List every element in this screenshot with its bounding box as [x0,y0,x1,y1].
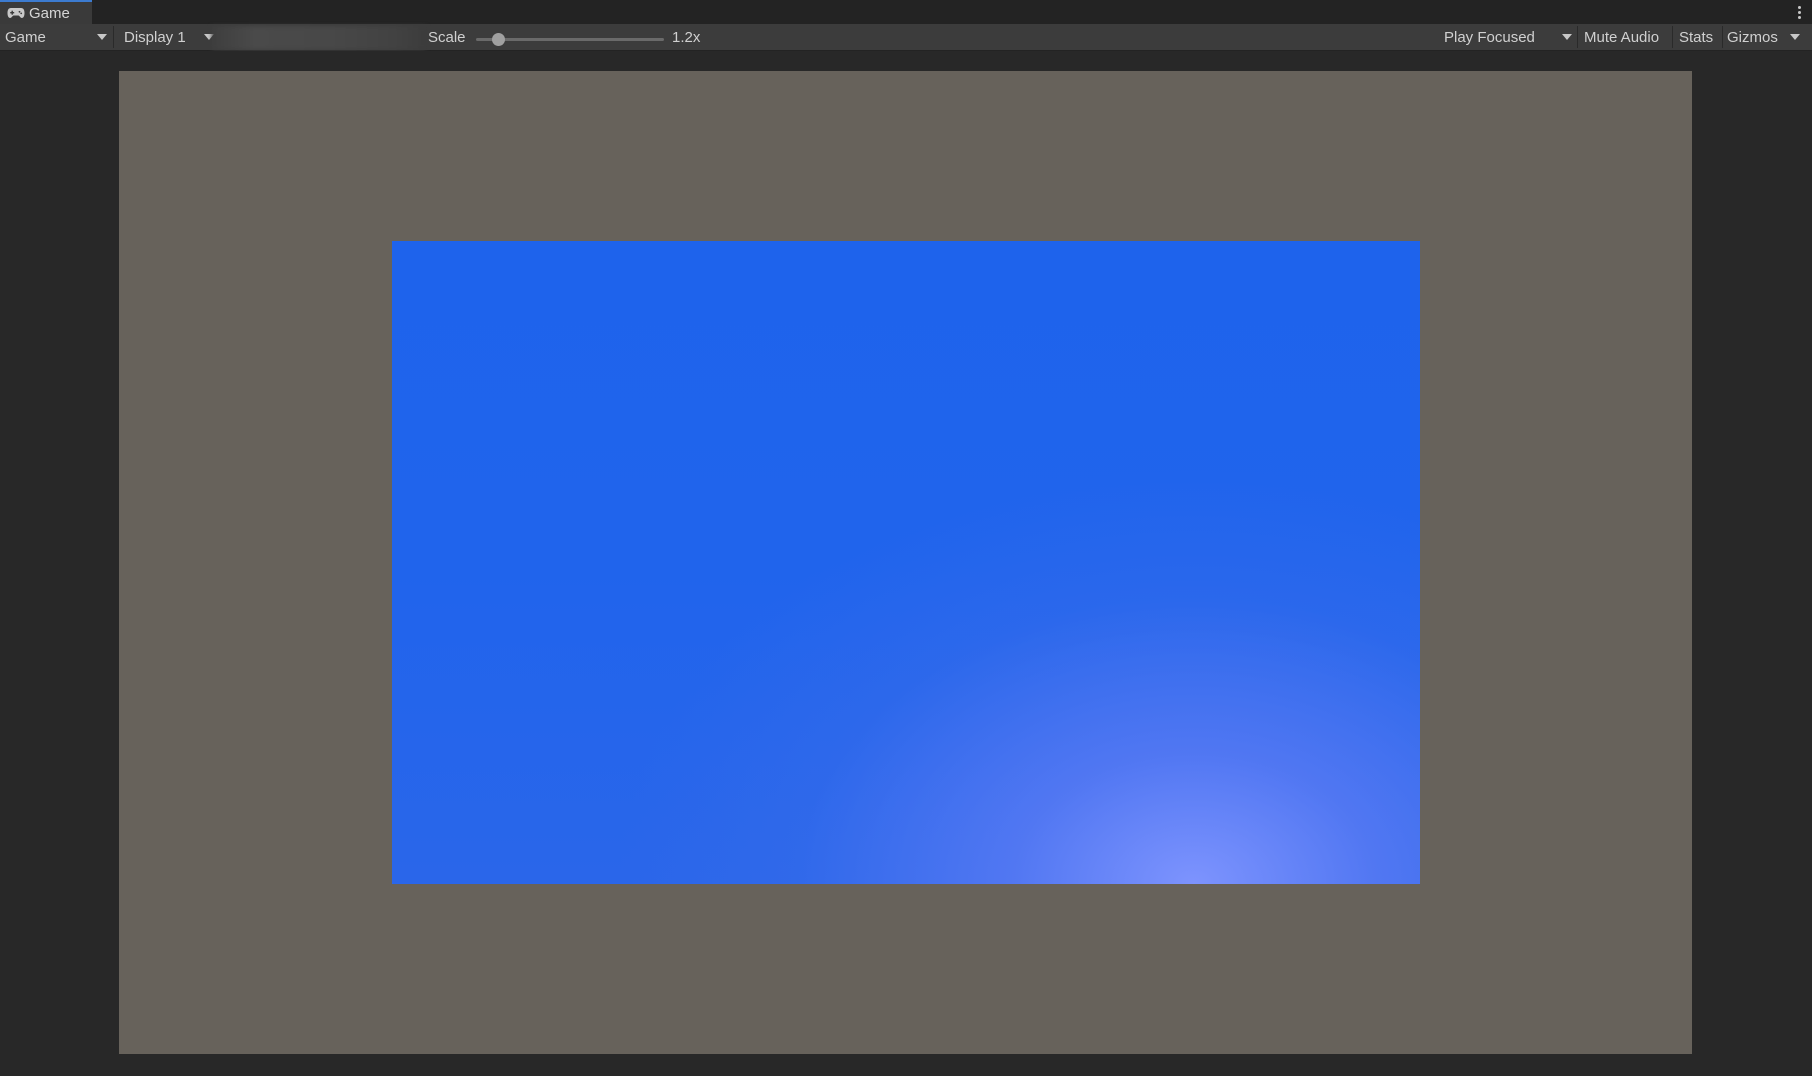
scale-value: 1.2x [672,24,700,50]
view-type-label: Game [5,28,46,46]
chevron-down-icon [1562,34,1572,40]
chevron-down-icon [97,34,107,40]
play-mode-label: Play Focused [1444,28,1535,46]
view-type-dropdown[interactable]: Game [5,24,111,50]
chevron-down-icon [1790,34,1800,40]
game-view-toolbar: Game Display 1 Scale 1.2x Play Focused M… [0,24,1812,51]
gizmos-dropdown[interactable] [1784,24,1806,50]
stats-button[interactable]: Stats [1679,24,1713,50]
play-mode-dropdown[interactable]: Play Focused [1444,24,1576,50]
display-label: Display 1 [124,28,186,46]
scale-slider-thumb[interactable] [492,33,506,46]
display-dropdown[interactable]: Display 1 [124,24,214,50]
gizmos-button[interactable]: Gizmos [1727,24,1778,50]
gizmos-label: Gizmos [1727,28,1778,46]
scale-label-text: Scale [428,28,466,46]
mute-audio-button[interactable]: Mute Audio [1584,24,1659,50]
toolbar-divider [1577,26,1578,48]
resolution-dropdown-redacted[interactable] [212,26,426,50]
tab-bar: Game [0,0,1812,25]
game-scene-sky[interactable] [392,241,1420,884]
mute-audio-label: Mute Audio [1584,28,1660,46]
stats-label: Stats [1679,28,1714,46]
toolbar-divider [1722,26,1723,48]
toolbar-divider [113,26,114,48]
tab-label: Game [29,4,70,22]
gamepad-icon [7,8,25,18]
scale-label: Scale [428,24,466,50]
scale-value-text: 1.2x [672,28,701,46]
more-options-icon[interactable] [1794,2,1804,22]
tab-game[interactable]: Game [0,0,92,24]
toolbar-divider [1672,26,1673,48]
